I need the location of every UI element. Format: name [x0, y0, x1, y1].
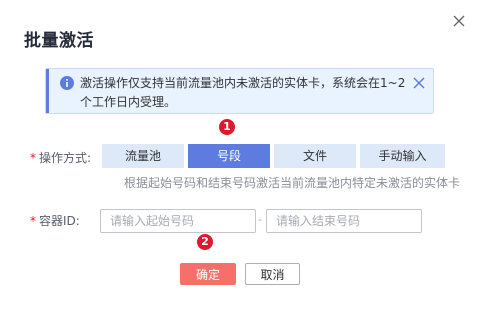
end-number-input[interactable]	[266, 209, 422, 233]
notice-accent-bar	[46, 69, 49, 113]
required-mark: *	[30, 214, 36, 228]
cancel-button[interactable]: 取消	[245, 263, 300, 285]
notice-banner: 激活操作仅支持当前流量池内未激活的实体卡，系统会在1~2个工作日内受理。	[45, 68, 434, 114]
notice-text: 激活操作仅支持当前流量池内未激活的实体卡，系统会在1~2个工作日内受理。	[80, 76, 406, 109]
dialog-title: 批量激活	[24, 31, 94, 51]
mode-option-manual-input[interactable]: 手动输入	[360, 144, 445, 168]
mode-label: * 操作方式:	[30, 151, 92, 165]
range-separator: -	[258, 213, 262, 226]
step-marker-2: 2	[197, 234, 213, 250]
step-marker-1: 1	[219, 119, 235, 135]
batch-activate-dialog: 批量激活 激活操作仅支持当前流量池内未激活的实体卡，系统会在1~2个工作日内受理…	[0, 0, 481, 316]
close-icon[interactable]	[451, 13, 467, 29]
confirm-button[interactable]: 确定	[180, 263, 236, 285]
mode-hint: 根据起始号码和结束号码激活当前流量池内特定未激活的实体卡	[124, 176, 461, 190]
close-icon[interactable]	[412, 76, 426, 90]
mode-option-number-range[interactable]: 号段	[188, 144, 270, 168]
required-mark: *	[30, 151, 36, 165]
mode-option-flow-pool[interactable]: 流量池	[102, 144, 184, 168]
start-number-input[interactable]	[100, 209, 256, 233]
info-icon	[60, 76, 74, 90]
container-id-label: * 容器ID:	[30, 214, 80, 228]
mode-option-file[interactable]: 文件	[274, 144, 356, 168]
